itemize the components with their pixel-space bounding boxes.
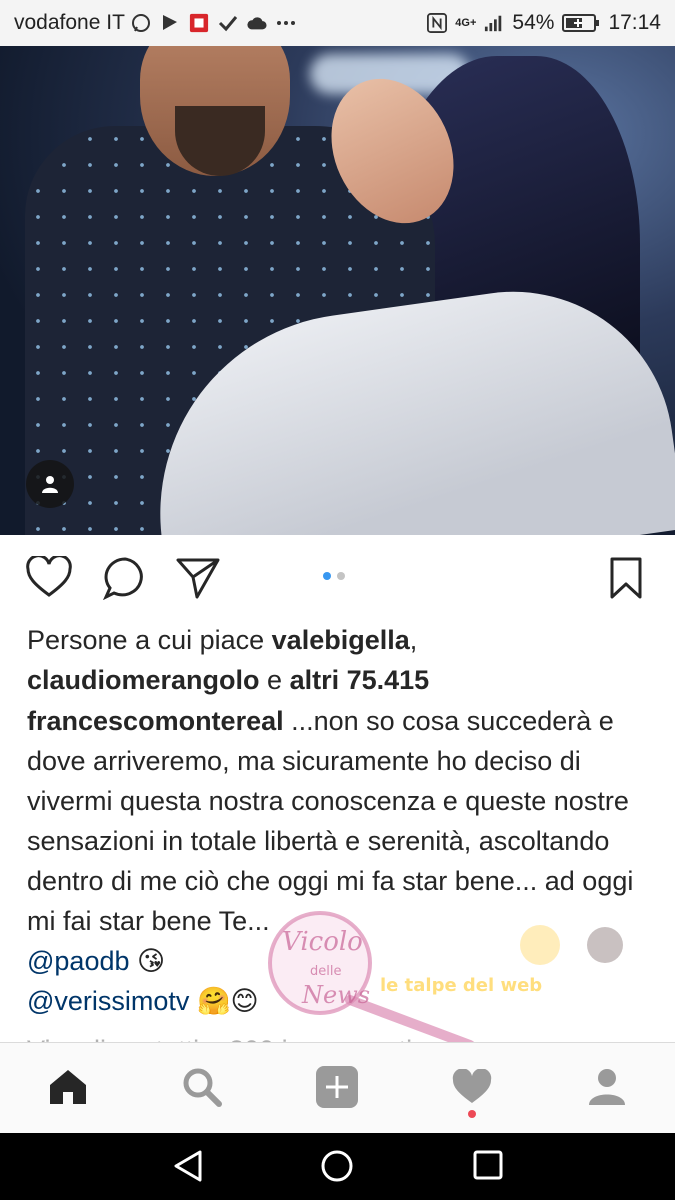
post-photo[interactable] xyxy=(0,46,675,535)
caption-text: ...non so cosa succederà e dove arrivere… xyxy=(27,706,634,936)
carousel-dot-active xyxy=(323,572,331,580)
comment-icon[interactable] xyxy=(102,556,148,605)
flag-icon xyxy=(160,13,180,33)
search-icon[interactable] xyxy=(180,1065,224,1109)
likes-and: e xyxy=(259,665,290,695)
check-icon xyxy=(218,13,238,33)
network-type: 4G+ xyxy=(455,17,477,29)
back-icon[interactable] xyxy=(172,1149,204,1188)
new-post-icon[interactable] xyxy=(315,1065,359,1109)
system-navigation-bar xyxy=(0,1133,675,1200)
status-bar: vodafone IT 4G+ 54% 17:14 xyxy=(0,0,675,46)
likes-line[interactable]: Persone a cui piace valebigella, claudio… xyxy=(27,620,657,700)
battery-icon xyxy=(562,13,600,33)
mention-link[interactable]: @paodb xyxy=(27,946,130,976)
app-notification-icon xyxy=(189,13,209,33)
home-circle-icon[interactable] xyxy=(320,1149,354,1188)
save-bookmark-icon[interactable] xyxy=(608,556,644,605)
caption-author[interactable]: francescomontereal xyxy=(27,706,284,736)
likes-prefix: Persone a cui piace xyxy=(27,625,272,655)
whatsapp-icon xyxy=(131,13,151,33)
like-heart-icon[interactable] xyxy=(26,554,72,603)
tagged-people-button[interactable] xyxy=(26,460,74,508)
cloud-icon xyxy=(247,13,267,33)
profile-icon[interactable] xyxy=(585,1065,629,1109)
signal-icon xyxy=(484,13,504,33)
battery-percent: 54% xyxy=(512,11,555,34)
home-icon[interactable] xyxy=(46,1065,90,1109)
likes-separator: , xyxy=(409,625,418,655)
liker-username[interactable]: claudiomerangolo xyxy=(27,665,260,695)
mention-link[interactable]: @verissimotv xyxy=(27,986,189,1016)
bottom-navigation xyxy=(0,1042,675,1134)
clock: 17:14 xyxy=(608,11,661,34)
liker-username[interactable]: valebigella xyxy=(272,625,410,655)
hug-smile-emoji: 🤗😊 xyxy=(196,986,259,1016)
view-all-comments-link[interactable]: Visualizza tutti e 300 i commenti xyxy=(27,1030,412,1042)
likes-count[interactable]: altri 75.415 xyxy=(290,665,430,695)
activity-heart-icon[interactable] xyxy=(450,1065,494,1109)
notification-dot xyxy=(468,1110,476,1118)
nfc-icon xyxy=(427,13,448,33)
carrier-name: vodafone IT xyxy=(14,11,125,34)
carousel-indicator xyxy=(323,572,345,580)
share-send-icon[interactable] xyxy=(175,556,221,605)
more-icon xyxy=(276,13,296,33)
kiss-emoji: 😘 xyxy=(137,946,166,976)
person-icon xyxy=(42,476,58,493)
recent-apps-icon[interactable] xyxy=(472,1149,504,1186)
carousel-dot xyxy=(337,572,345,580)
post-caption: francescomontereal ...non so cosa succed… xyxy=(27,701,657,1021)
